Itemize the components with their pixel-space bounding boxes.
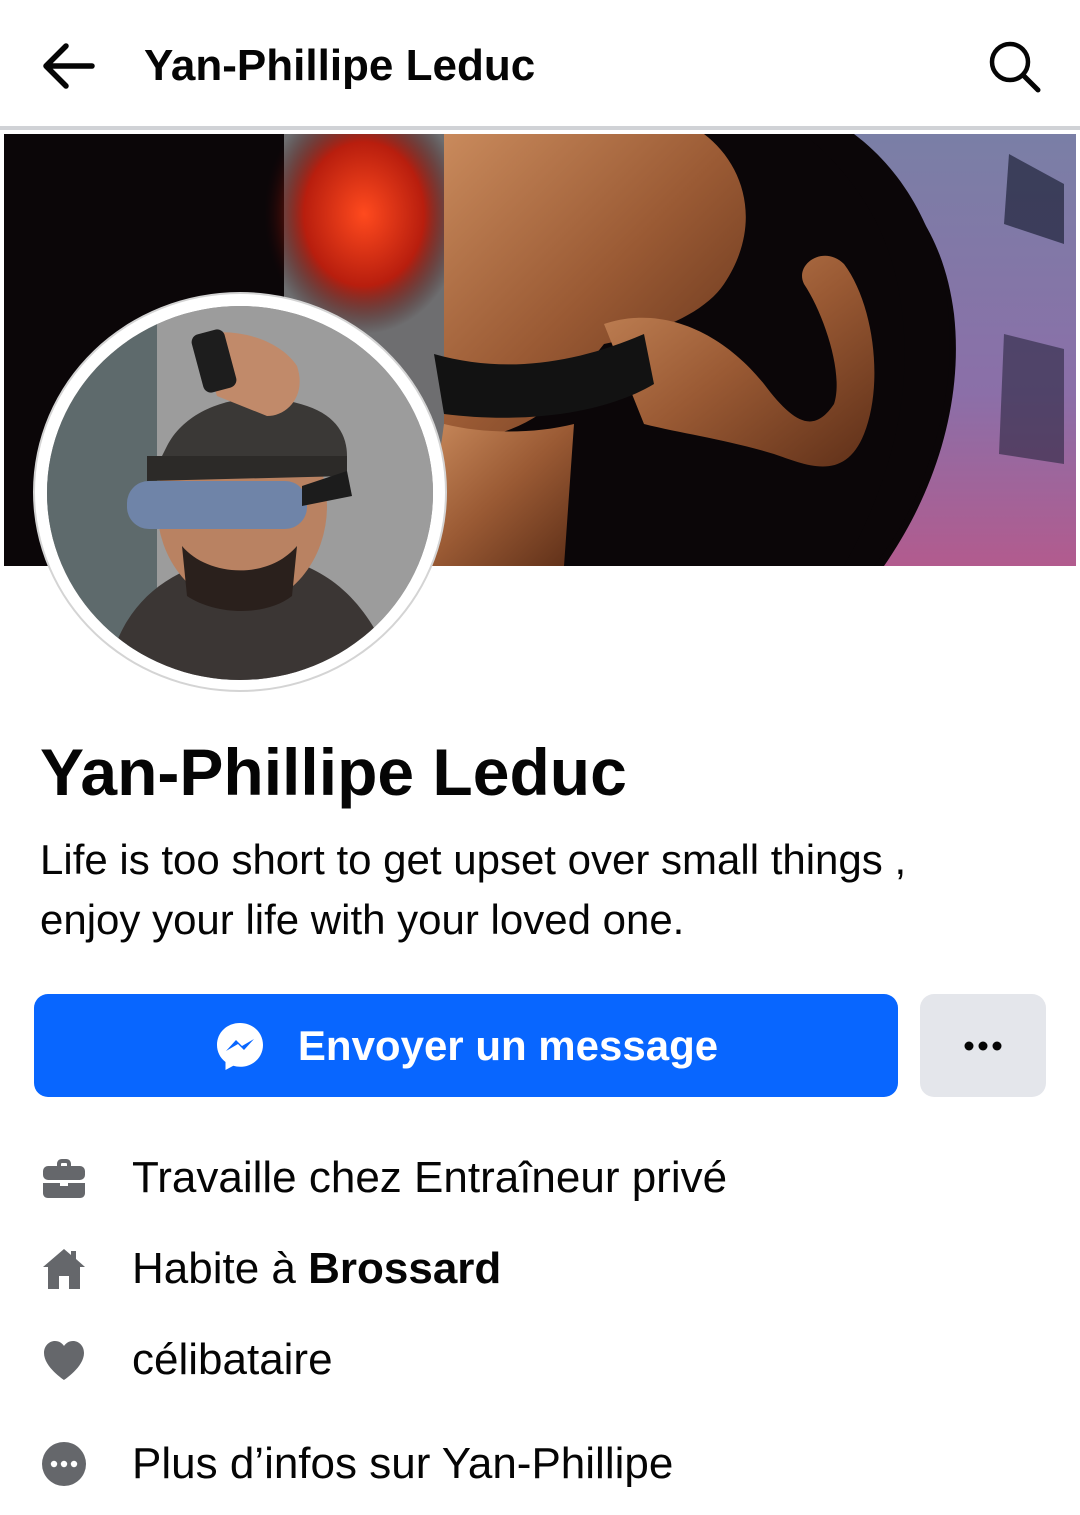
send-message-button[interactable]: Envoyer un message — [34, 994, 898, 1097]
bio-line-2: enjoy your life with your loved one. — [40, 896, 685, 943]
send-message-label: Envoyer un message — [297, 1021, 719, 1069]
messenger-icon — [216, 1022, 263, 1070]
bio-line-1: Life is too short to get upset over smal… — [40, 836, 907, 883]
detail-work: Travaille chez Entraîneur privé — [40, 1146, 727, 1210]
work-text: Travaille chez Entraîneur privé — [132, 1153, 728, 1202]
search-button[interactable] — [984, 36, 1046, 98]
home-text: Habite à Brossard — [132, 1237, 501, 1301]
profile-picture[interactable] — [47, 306, 433, 680]
detail-relationship: célibataire — [40, 1328, 333, 1392]
briefcase-icon — [43, 1159, 85, 1198]
home-icon — [43, 1249, 85, 1289]
more-dots-icon — [964, 1041, 1002, 1050]
home-prefix: Habite à — [132, 1244, 309, 1293]
more-info-text[interactable]: Plus d’infos sur Yan-Phillipe — [132, 1432, 673, 1496]
top-bar: Yan-Phillipe Leduc — [0, 0, 1080, 130]
header-title: Yan-Phillipe Leduc — [144, 41, 536, 90]
detail-home: Habite à Brossard — [40, 1237, 501, 1301]
back-button[interactable] — [36, 38, 100, 94]
profile-name: Yan-Phillipe Leduc — [40, 735, 627, 809]
search-icon — [989, 41, 1041, 93]
more-info-icon — [42, 1442, 86, 1486]
detail-more-info[interactable]: Plus d’infos sur Yan-Phillipe — [40, 1432, 673, 1496]
heart-icon — [44, 1341, 84, 1380]
more-options-button[interactable] — [920, 994, 1046, 1097]
arrow-left-icon — [43, 43, 95, 89]
profile-bio: Life is too short to get upset over smal… — [40, 830, 1040, 950]
home-city-link[interactable]: Brossard — [308, 1244, 501, 1293]
relationship-text: célibataire — [132, 1335, 333, 1384]
